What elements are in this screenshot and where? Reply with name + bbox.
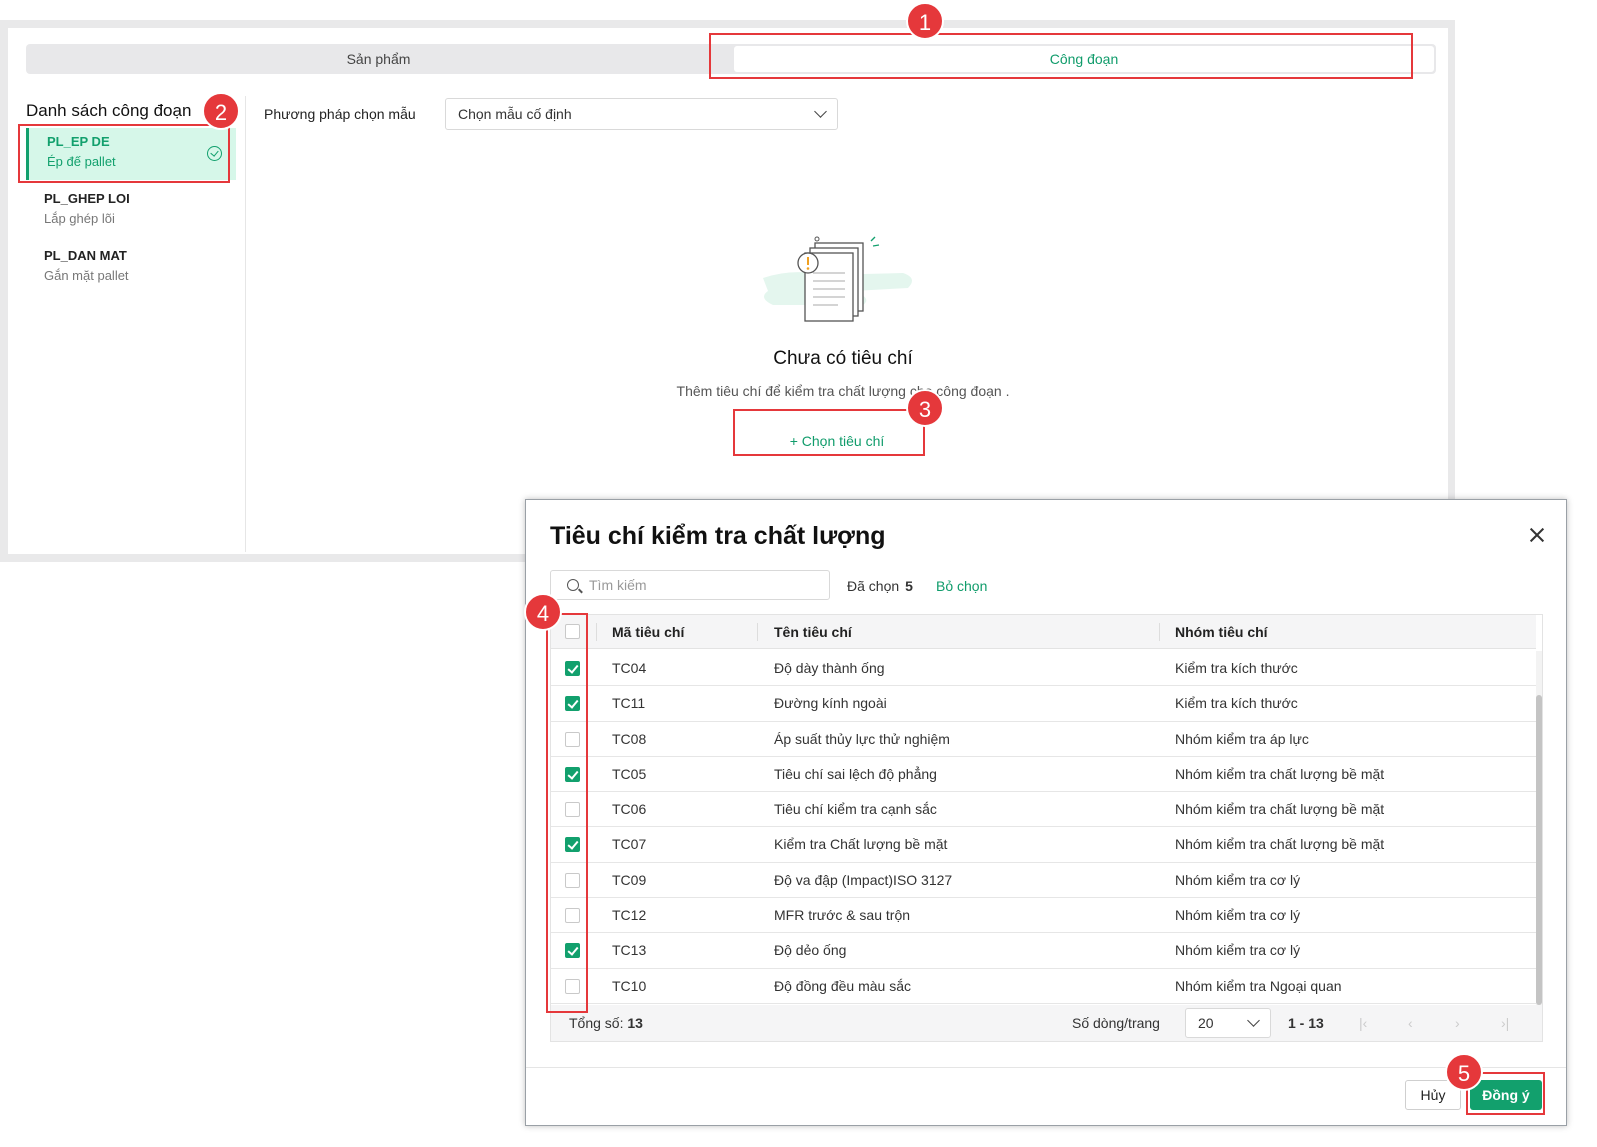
callout-box-3 [733, 409, 925, 456]
cell-group: Kiểm tra kích thước [1175, 660, 1298, 676]
callout-badge-4: 4 [524, 593, 562, 631]
callout-badge-5: 5 [1445, 1053, 1483, 1091]
cell-code: TC11 [612, 695, 646, 712]
cell-group: Nhóm kiểm tra áp lực [1175, 730, 1309, 747]
cell-group: Nhóm kiểm tra chất lượng bề mặt [1175, 801, 1385, 818]
table-row[interactable]: TC08 Áp suất thủy lực thử nghiệm Nhóm ki… [551, 722, 1536, 757]
column-header-group: Nhóm tiêu chí [1175, 624, 1268, 640]
table-footer: Tổng số: 13 Số dòng/trang 20 1 - 13 |‹ ‹… [551, 1005, 1542, 1041]
cell-code: TC04 [612, 660, 647, 676]
method-value: Chọn mẫu cố định [458, 106, 572, 122]
column-separator [596, 623, 597, 641]
cell-code: TC12 [612, 907, 647, 924]
column-header-code: Mã tiêu chí [612, 624, 685, 640]
process-name: Lắp ghép lõi [44, 211, 115, 226]
cell-group: Nhóm kiểm tra cơ lý [1175, 871, 1301, 888]
chevron-down-icon [814, 105, 827, 118]
last-page-icon[interactable]: ›| [1501, 1015, 1509, 1031]
cell-name: MFR trước & sau trộn [774, 907, 911, 924]
empty-title: Chưa có tiêu chí [773, 348, 913, 369]
column-header-name: Tên tiêu chí [774, 624, 852, 640]
process-code: PL_DAN MAT [44, 248, 127, 263]
selected-info: Đã chọn 5 [847, 578, 913, 594]
cell-code: TC13 [612, 942, 647, 959]
selected-count: 5 [905, 578, 913, 594]
table-header: Mã tiêu chí Tên tiêu chí Nhóm tiêu chí [551, 615, 1536, 649]
callout-badge-3: 3 [906, 389, 944, 427]
sidebar-title: Danh sách công đoạn [26, 101, 192, 120]
cell-name: Tiêu chí kiểm tra cạnh sắc [774, 801, 937, 818]
cell-group: Nhóm kiểm tra cơ lý [1175, 942, 1301, 959]
close-icon[interactable] [1528, 526, 1546, 544]
first-page-icon[interactable]: |‹ [1359, 1015, 1367, 1031]
callout-box-2 [18, 124, 230, 183]
page-range: 1 - 13 [1288, 1015, 1324, 1031]
total-count: Tổng số: 13 [569, 1015, 643, 1031]
process-code: PL_GHEP LOI [44, 191, 130, 206]
table-row[interactable]: TC07 Kiểm tra Chất lượng bề mặt Nhóm kiể… [551, 827, 1536, 863]
column-separator [757, 623, 758, 641]
empty-document-icon [763, 236, 912, 322]
cell-name: Áp suất thủy lực thử nghiệm [774, 730, 950, 747]
cell-name: Kiểm tra Chất lượng bề mặt [774, 836, 948, 853]
table-row[interactable]: TC05 Tiêu chí sai lệch độ phẳng Nhóm kiể… [551, 757, 1536, 793]
cell-code: TC09 [612, 871, 647, 888]
callout-box-4 [546, 613, 588, 1013]
tab-san-pham[interactable]: Sản phẩm [26, 44, 731, 74]
cell-code: TC05 [612, 765, 647, 782]
table-row[interactable]: TC04 Độ dày thành ống Kiểm tra kích thướ… [551, 651, 1536, 687]
page-size-select[interactable]: 20 [1185, 1008, 1271, 1038]
cell-group: Nhóm kiểm tra chất lượng bề mặt [1175, 765, 1385, 782]
sidebar-item-pl-ghep-loi[interactable]: PL_GHEP LOI Lắp ghép lõi [26, 185, 236, 237]
deselect-link[interactable]: Bỏ chọn [936, 578, 987, 594]
method-label: Phương pháp chọn mẫu [264, 106, 416, 122]
table-body: TC04 Độ dày thành ống Kiểm tra kích thướ… [551, 651, 1536, 1005]
cell-group: Nhóm kiểm tra cơ lý [1175, 907, 1301, 924]
cell-code: TC06 [612, 801, 647, 818]
column-separator [1159, 623, 1160, 641]
search-input[interactable] [589, 575, 819, 595]
table-row[interactable]: TC09 Độ va đập (Impact)ISO 3127 Nhóm kiể… [551, 863, 1536, 899]
search-box [550, 570, 830, 600]
method-select[interactable]: Chọn mẫu cố định [445, 98, 838, 130]
search-icon [567, 579, 579, 591]
cell-name: Đường kính ngoài [774, 695, 887, 712]
total-value: 13 [627, 1015, 643, 1031]
rows-per-page-label: Số dòng/trang [1072, 1015, 1160, 1031]
criteria-table: Mã tiêu chí Tên tiêu chí Nhóm tiêu chí T… [550, 614, 1543, 1042]
sidebar-item-pl-dan-mat[interactable]: PL_DAN MAT Gắn mặt pallet [26, 242, 236, 294]
cell-group: Nhóm kiểm tra chất lượng bề mặt [1175, 836, 1385, 853]
cell-code: TC08 [612, 730, 647, 747]
cell-group: Nhóm kiểm tra Ngoại quan [1175, 977, 1342, 994]
cell-code: TC07 [612, 836, 647, 853]
table-row[interactable]: TC12 MFR trước & sau trộn Nhóm kiểm tra … [551, 898, 1536, 934]
cell-name: Độ va đập (Impact)ISO 3127 [774, 871, 953, 888]
cell-group: Kiểm tra kích thước [1175, 695, 1298, 712]
callout-box-1 [709, 33, 1413, 79]
table-row[interactable]: TC11 Đường kính ngoài Kiểm tra kích thướ… [551, 686, 1536, 722]
callout-badge-2: 2 [202, 92, 240, 130]
scrollbar-thumb[interactable] [1536, 695, 1542, 1005]
table-row[interactable]: TC10 Độ đồng đều màu sắc Nhóm kiểm tra N… [551, 969, 1536, 1004]
callout-badge-1: 1 [906, 2, 944, 40]
table-scrollbar[interactable] [1536, 651, 1542, 1005]
prev-page-icon[interactable]: ‹ [1408, 1015, 1413, 1031]
page-size-value: 20 [1198, 1015, 1214, 1031]
table-row[interactable]: TC13 Độ dẻo ống Nhóm kiểm tra cơ lý [551, 933, 1536, 969]
selected-label: Đã chọn [847, 578, 900, 594]
cell-name: Tiêu chí sai lệch độ phẳng [774, 765, 937, 782]
total-label: Tổng số: [569, 1015, 624, 1031]
cell-name: Độ dẻo ống [774, 942, 847, 959]
criteria-modal: Tiêu chí kiểm tra chất lượng Đã chọn 5 Bỏ… [525, 499, 1567, 1126]
cell-code: TC10 [612, 977, 647, 994]
cell-name: Độ đồng đều màu sắc [774, 977, 911, 994]
chevron-down-icon [1247, 1014, 1260, 1027]
modal-title: Tiêu chí kiểm tra chất lượng [550, 522, 886, 550]
empty-description: Thêm tiêu chí để kiểm tra chất lượng cho… [676, 383, 1010, 399]
process-name: Gắn mặt pallet [44, 268, 129, 283]
table-row[interactable]: TC06 Tiêu chí kiểm tra cạnh sắc Nhóm kiể… [551, 792, 1536, 828]
next-page-icon[interactable]: › [1455, 1015, 1460, 1031]
cell-name: Độ dày thành ống [774, 660, 885, 676]
modal-footer-divider [526, 1067, 1566, 1068]
